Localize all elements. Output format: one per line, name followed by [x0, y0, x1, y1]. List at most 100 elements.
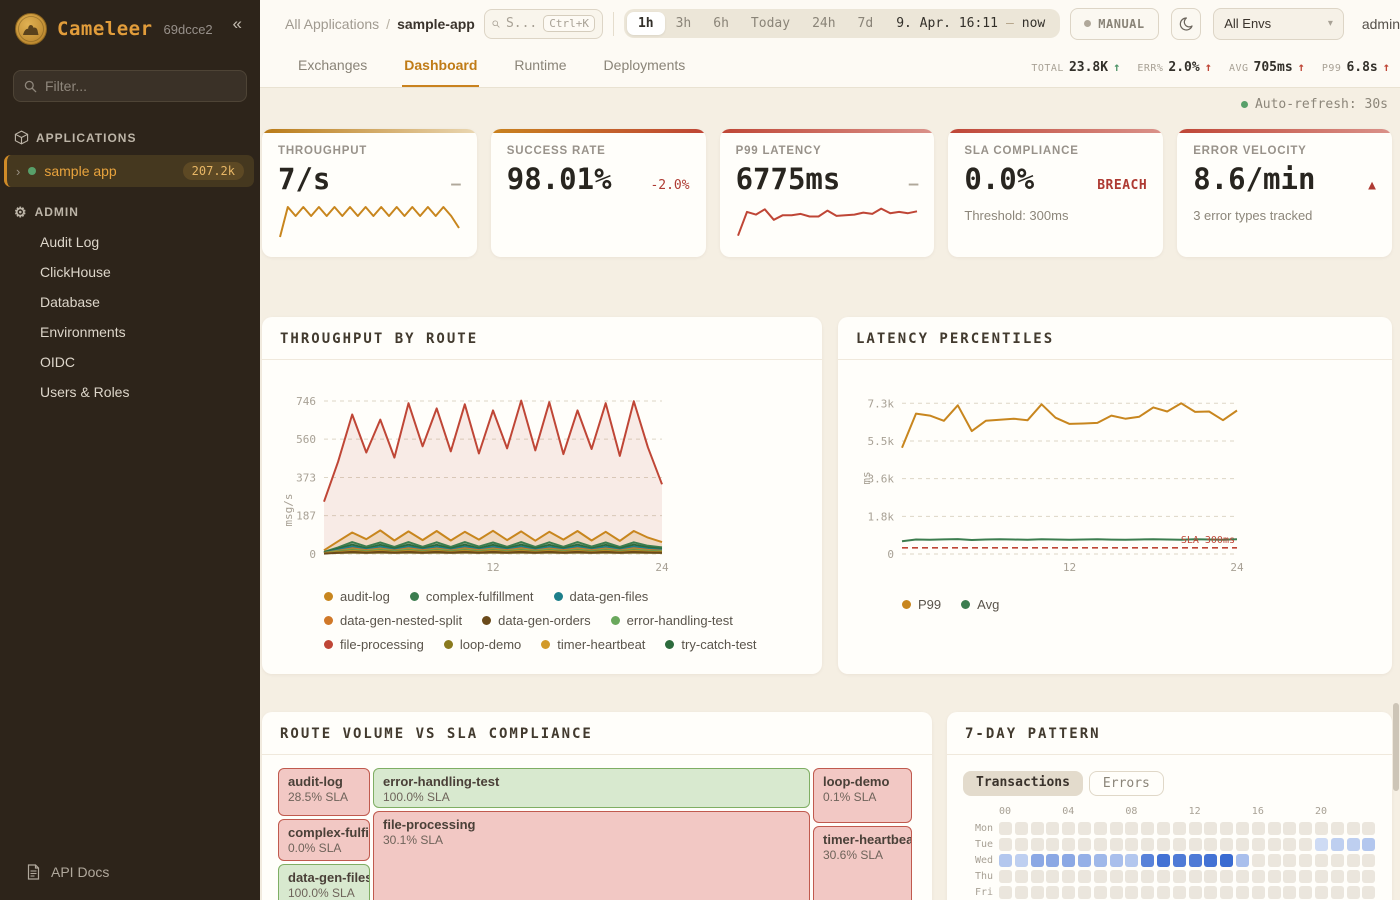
header-row-tabs: Exchanges Dashboard Runtime Deployments TOT…: [260, 47, 1400, 87]
date-range-separator: —: [1006, 16, 1014, 31]
custom-date-range[interactable]: 9. Apr. 16:11—now: [884, 16, 1057, 31]
heatmap-cell: [1236, 822, 1249, 835]
heatmap-cell: [1015, 870, 1028, 883]
time-range-6h[interactable]: 6h: [702, 12, 740, 35]
sidebar-item-clickhouse[interactable]: ClickHouse: [0, 257, 260, 287]
heatmap-toggle-group: TransactionsErrors: [963, 771, 1392, 796]
heatmap-cell: [1299, 838, 1312, 851]
environment-select[interactable]: All Envs ▾: [1213, 8, 1344, 40]
app-logo[interactable]: Cameleer 69dcce2: [14, 12, 213, 46]
treemap-box-file-processing[interactable]: file-processing30.1% SLA: [373, 811, 810, 900]
legend-label: audit-log: [340, 589, 390, 604]
heatmap-cell: [1125, 854, 1138, 867]
user-menu[interactable]: admin: [1362, 16, 1400, 32]
legend-item-try-catch-test[interactable]: try-catch-test: [665, 637, 756, 652]
stat-label: P99: [1322, 63, 1342, 74]
legend-label: data-gen-orders: [498, 613, 591, 628]
legend-dot: [611, 616, 620, 625]
legend-item-data-gen-files[interactable]: data-gen-files: [554, 589, 649, 604]
heatmap-cell: [1204, 854, 1217, 867]
latency-legend: P99 Avg: [902, 597, 1372, 612]
legend-item-audit-log[interactable]: audit-log: [324, 589, 390, 604]
scrollbar-thumb[interactable]: [1393, 703, 1399, 791]
heatmap-cell: [1189, 870, 1202, 883]
time-range-today[interactable]: Today: [740, 12, 801, 35]
svg-text:24: 24: [655, 561, 669, 574]
app-version: 69dcce2: [164, 22, 213, 37]
legend-dot: [665, 640, 674, 649]
api-docs-link[interactable]: API Docs: [0, 856, 260, 888]
heatmap-cell: [1283, 854, 1296, 867]
heatmap-cell: [1173, 886, 1186, 899]
sidebar-item-users-roles[interactable]: Users & Roles: [0, 377, 260, 407]
time-range-24h[interactable]: 24h: [801, 12, 846, 35]
header-row-primary: All Applications / sample-app S... Ctrl+…: [260, 0, 1400, 47]
sidebar-item-database[interactable]: Database: [0, 287, 260, 317]
sidebar-filter[interactable]: [13, 70, 247, 102]
sidebar-item-oidc[interactable]: OIDC: [0, 347, 260, 377]
sidebar-header: Cameleer 69dcce2 «: [0, 0, 260, 56]
legend-dot: [324, 616, 333, 625]
legend-item-data-gen-nested-split[interactable]: data-gen-nested-split: [324, 613, 462, 628]
stat-value: 705ms: [1254, 60, 1293, 75]
collapse-sidebar-icon[interactable]: «: [227, 12, 248, 36]
sidebar-item-audit-log[interactable]: Audit Log: [0, 227, 260, 257]
legend-item-p99[interactable]: P99: [902, 597, 941, 612]
time-range-7d[interactable]: 7d: [847, 12, 885, 35]
stat-total: TOTAL23.8K↑: [1031, 60, 1120, 75]
treemap-box-timer-heartbeat[interactable]: timer-heartbeat30.6% SLA: [813, 826, 912, 900]
heatmap-cell: [1157, 886, 1170, 899]
manual-refresh-button[interactable]: MANUAL: [1070, 8, 1158, 40]
tab-deployments[interactable]: Deployments: [602, 47, 688, 87]
treemap-box-data-gen-files[interactable]: data-gen-files100.0% SLA: [278, 864, 370, 900]
global-search-button[interactable]: S... Ctrl+K: [484, 9, 603, 39]
heatmap-toggle-transactions[interactable]: Transactions: [963, 771, 1083, 796]
sidebar-item-environments[interactable]: Environments: [0, 317, 260, 347]
trend-arrow-icon: ↑: [1383, 60, 1390, 74]
legend-item-complex-fulfillment[interactable]: complex-fulfillment: [410, 589, 534, 604]
treemap-route-name: timer-heartbeat: [823, 832, 902, 847]
legend-label: error-handling-test: [627, 613, 733, 628]
heatmap-cell: [1015, 822, 1028, 835]
heatmap-toggle-errors[interactable]: Errors: [1089, 771, 1164, 796]
expand-chevron-icon[interactable]: ›: [16, 164, 20, 179]
app-root: Cameleer 69dcce2 « APPLICATIONS › sample…: [0, 0, 1400, 900]
heatmap-cell: [1046, 854, 1059, 867]
search-placeholder: S...: [506, 16, 537, 31]
svg-text:560: 560: [296, 433, 316, 446]
dashboard-content: Auto-refresh: 30s THROUGHPUT7/s–SUCCESS …: [260, 88, 1400, 900]
heatmap-cell: [1283, 838, 1296, 851]
legend-item-data-gen-orders[interactable]: data-gen-orders: [482, 613, 591, 628]
time-range-1h[interactable]: 1h: [627, 12, 665, 35]
legend-item-loop-demo[interactable]: loop-demo: [444, 637, 521, 652]
auto-refresh-dot: [1241, 101, 1248, 108]
card-title: 7-DAY PATTERN: [947, 712, 1392, 755]
day-label: Fri: [963, 887, 993, 898]
tab-exchanges[interactable]: Exchanges: [296, 47, 369, 87]
legend-item-timer-heartbeat[interactable]: timer-heartbeat: [541, 637, 645, 652]
treemap-box-complex-fulfil-[interactable]: complex-fulfil...0.0% SLA: [278, 819, 370, 861]
time-range-control: 1h3h6hToday24h7d9. Apr. 16:11—now: [624, 9, 1060, 38]
legend-item-avg[interactable]: Avg: [961, 597, 999, 612]
breadcrumb-all-applications[interactable]: All Applications: [285, 16, 379, 32]
heatmap-cell: [1252, 838, 1265, 851]
filter-input[interactable]: [45, 78, 215, 94]
legend-item-file-processing[interactable]: file-processing: [324, 637, 424, 652]
treemap-box-loop-demo[interactable]: loop-demo0.1% SLA: [813, 768, 912, 823]
heatmap-cell: [1347, 870, 1360, 883]
heatmap-cell: [1315, 838, 1328, 851]
treemap-box-audit-log[interactable]: audit-log28.5% SLA: [278, 768, 370, 816]
heatmap-cell: [1236, 870, 1249, 883]
treemap-sla-value: 0.1% SLA: [823, 790, 902, 804]
treemap-box-error-handling-test[interactable]: error-handling-test100.0% SLA: [373, 768, 810, 808]
heatmap-cell: [1173, 838, 1186, 851]
time-range-3h[interactable]: 3h: [665, 12, 703, 35]
legend-item-error-handling-test[interactable]: error-handling-test: [611, 613, 733, 628]
heatmap-cell: [1268, 886, 1281, 899]
throughput-by-route-card: THROUGHPUT BY ROUTE 74656037318701224msg…: [262, 317, 822, 674]
dark-mode-toggle[interactable]: [1171, 8, 1202, 40]
sidebar-item-sample-app[interactable]: › sample app 207.2k: [4, 155, 254, 187]
trend-arrow-icon: ↑: [1298, 60, 1305, 74]
tab-runtime[interactable]: Runtime: [512, 47, 568, 87]
tab-dashboard[interactable]: Dashboard: [402, 47, 479, 87]
